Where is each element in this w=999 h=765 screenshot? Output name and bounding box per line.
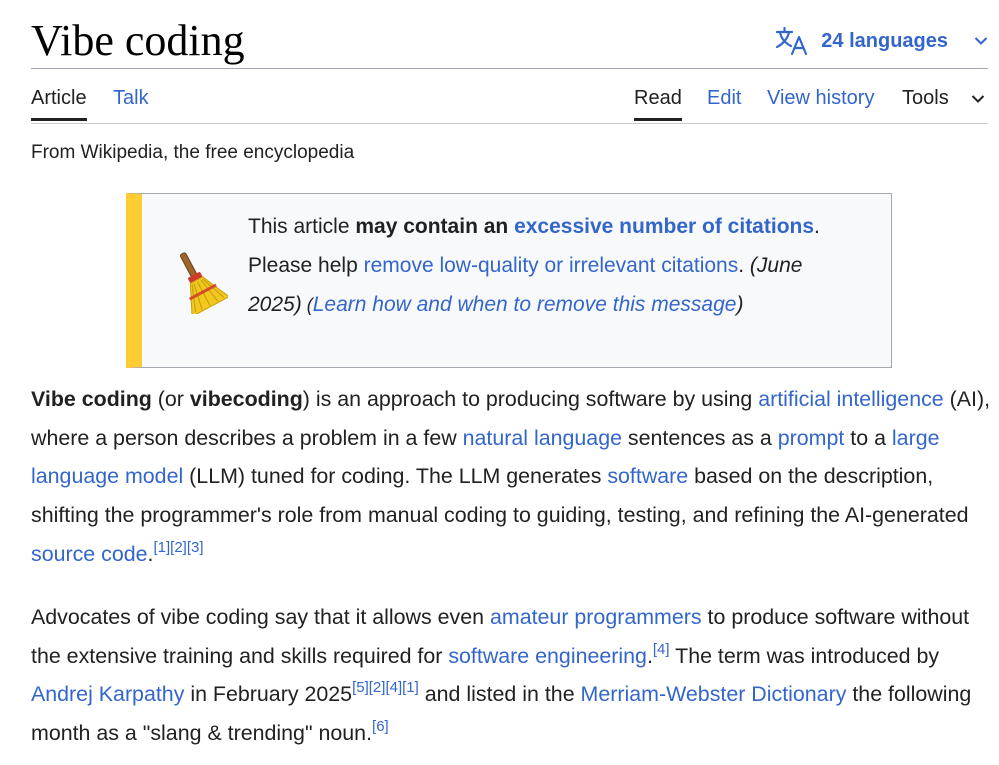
term-bold: Vibe coding (31, 387, 152, 411)
link-natural-language[interactable]: natural language (463, 426, 622, 450)
text: to a (844, 425, 892, 450)
chevron-down-icon (971, 95, 984, 103)
citation-link[interactable]: [3] (187, 539, 204, 556)
page-tabs: Article Talk Read Edit View history Tool… (31, 68, 988, 124)
link-artificial-intelligence[interactable]: artificial intelligence (758, 387, 943, 411)
citation-link[interactable]: [2] (170, 539, 187, 556)
notice-text: ) (736, 293, 744, 316)
text: ) is an approach to producing software b… (302, 387, 759, 411)
citation-link[interactable]: [4] (385, 679, 402, 696)
notice-text: . (738, 254, 750, 277)
link-source-code[interactable]: source code (31, 542, 148, 566)
tools-menu[interactable]: Tools (902, 86, 985, 121)
chevron-down-icon (974, 37, 988, 45)
link-amateur-programmers[interactable]: amateur programmers (490, 605, 702, 629)
title-bar: Vibe coding 24 languages (31, 10, 988, 69)
link-software-engineering[interactable]: software engineering (448, 644, 647, 668)
tools-label: Tools (902, 87, 949, 109)
site-tagline: From Wikipedia, the free encyclopedia (31, 142, 355, 163)
notice-message: This article may contain an excessive nu… (248, 207, 848, 325)
citation-link[interactable]: [2] (369, 679, 386, 696)
tab-talk[interactable]: Talk (113, 86, 149, 121)
languages-button[interactable]: 24 languages (775, 24, 988, 58)
page-title: Vibe coding (31, 16, 245, 65)
tab-view-history[interactable]: View history (767, 86, 874, 121)
citation-link[interactable]: [1] (402, 679, 419, 696)
link-merriam-webster[interactable]: Merriam-Webster Dictionary (581, 682, 847, 706)
citation-link[interactable]: [4] (653, 641, 670, 658)
link-learn-remove-message[interactable]: Learn how and when to remove this messag… (313, 293, 737, 316)
tab-read[interactable]: Read (634, 86, 682, 121)
citation-link[interactable]: [1] (153, 539, 170, 556)
text: and listed in the (418, 682, 581, 707)
citation-link[interactable]: [6] (372, 718, 389, 735)
term-bold: vibecoding (189, 387, 303, 411)
advocates-paragraph: Advocates of vibe coding say that it all… (31, 598, 991, 753)
intro-paragraph: Vibe coding (or vibecoding) is an approa… (31, 380, 991, 574)
text: sentences as a (621, 425, 778, 450)
link-software[interactable]: software (607, 464, 688, 488)
notice-text: This article (248, 215, 356, 238)
citation-link[interactable]: [5] (352, 679, 369, 696)
link-prompt[interactable]: prompt (778, 426, 845, 450)
text: Advocates of vibe coding say that it all… (31, 605, 490, 629)
translate-icon (776, 26, 808, 56)
broom-icon (180, 252, 228, 314)
text: in February 2025 (184, 682, 353, 707)
notice-text: ( (301, 295, 313, 315)
link-andrej-karpathy[interactable]: Andrej Karpathy (31, 682, 184, 706)
notice-bold-text: may contain an (355, 215, 515, 238)
text: (LLM) tuned for coding. The LLM generate… (183, 464, 608, 489)
tab-article[interactable]: Article (31, 86, 87, 121)
text: The term was introduced by (669, 643, 940, 668)
citation-notice: This article may contain an excessive nu… (126, 193, 892, 368)
languages-label: 24 languages (821, 29, 948, 52)
text: (or (151, 387, 190, 411)
tab-edit[interactable]: Edit (707, 86, 741, 121)
link-remove-citations[interactable]: remove low-quality or irrelevant citatio… (364, 254, 739, 277)
link-excessive-citations[interactable]: excessive number of citations (514, 215, 814, 238)
